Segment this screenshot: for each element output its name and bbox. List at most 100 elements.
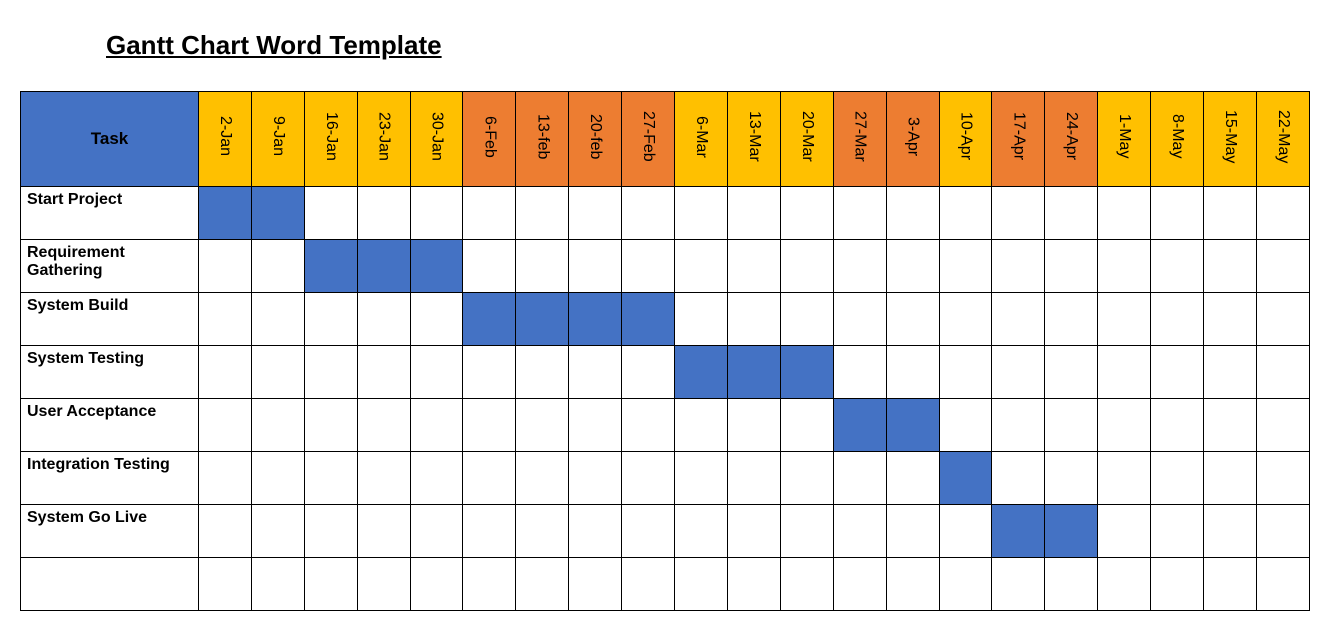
gantt-cell xyxy=(780,558,833,611)
gantt-cell xyxy=(357,293,410,346)
gantt-cell xyxy=(886,293,939,346)
date-label: 8-May xyxy=(1168,114,1186,158)
gantt-cell xyxy=(992,558,1045,611)
gantt-cell xyxy=(1098,187,1151,240)
date-header: 10-Apr xyxy=(939,92,992,187)
gantt-cell xyxy=(251,558,304,611)
gantt-cell xyxy=(886,346,939,399)
gantt-cell xyxy=(199,240,252,293)
gantt-cell xyxy=(939,558,992,611)
gantt-cell xyxy=(516,505,569,558)
gantt-cell xyxy=(1098,346,1151,399)
gantt-cell xyxy=(939,505,992,558)
gantt-cell xyxy=(304,346,357,399)
gantt-cell xyxy=(727,187,780,240)
date-header: 27-Mar xyxy=(833,92,886,187)
gantt-cell-filled xyxy=(569,293,622,346)
gantt-cell xyxy=(516,240,569,293)
gantt-cell xyxy=(675,505,728,558)
gantt-cell xyxy=(833,346,886,399)
gantt-cell-filled xyxy=(304,240,357,293)
gantt-cell xyxy=(569,505,622,558)
table-row: System Build xyxy=(21,293,1310,346)
gantt-cell xyxy=(251,452,304,505)
date-header: 8-May xyxy=(1151,92,1204,187)
gantt-cell xyxy=(939,293,992,346)
gantt-cell xyxy=(199,399,252,452)
gantt-cell xyxy=(622,240,675,293)
gantt-cell xyxy=(463,558,516,611)
task-name: Integration Testing xyxy=(21,452,199,505)
date-header: 13-Mar xyxy=(727,92,780,187)
page-title: Gantt Chart Word Template xyxy=(106,30,1308,61)
gantt-cell xyxy=(1098,399,1151,452)
gantt-cell xyxy=(780,240,833,293)
gantt-cell xyxy=(251,399,304,452)
gantt-cell xyxy=(886,452,939,505)
gantt-cell xyxy=(569,399,622,452)
gantt-cell xyxy=(727,293,780,346)
date-label: 27-Mar xyxy=(851,111,869,162)
date-label: 23-Jan xyxy=(375,112,393,161)
gantt-cell xyxy=(1256,187,1309,240)
gantt-cell xyxy=(992,346,1045,399)
gantt-cell xyxy=(304,399,357,452)
gantt-cell xyxy=(622,346,675,399)
gantt-cell-filled xyxy=(622,293,675,346)
gantt-cell xyxy=(1203,346,1256,399)
date-label: 20-feb xyxy=(586,114,604,159)
gantt-cell xyxy=(357,452,410,505)
gantt-cell xyxy=(727,240,780,293)
date-header: 16-Jan xyxy=(304,92,357,187)
gantt-cell xyxy=(1203,187,1256,240)
gantt-cell-filled xyxy=(1045,505,1098,558)
gantt-cell xyxy=(304,452,357,505)
gantt-cell xyxy=(727,399,780,452)
gantt-cell xyxy=(1256,346,1309,399)
gantt-cell xyxy=(304,505,357,558)
gantt-cell xyxy=(1151,293,1204,346)
table-row: User Acceptance xyxy=(21,399,1310,452)
gantt-cell-filled xyxy=(516,293,569,346)
gantt-cell xyxy=(463,240,516,293)
gantt-cell xyxy=(1045,346,1098,399)
date-label: 22-May xyxy=(1274,110,1292,163)
gantt-cell xyxy=(1203,558,1256,611)
task-name: Start Project xyxy=(21,187,199,240)
gantt-cell xyxy=(1151,452,1204,505)
date-header: 23-Jan xyxy=(357,92,410,187)
gantt-cell xyxy=(675,187,728,240)
gantt-cell xyxy=(410,452,463,505)
date-header: 22-May xyxy=(1256,92,1309,187)
gantt-cell xyxy=(886,187,939,240)
gantt-cell xyxy=(199,293,252,346)
gantt-cell xyxy=(357,346,410,399)
gantt-cell xyxy=(1151,187,1204,240)
gantt-cell xyxy=(1256,399,1309,452)
gantt-cell xyxy=(675,558,728,611)
gantt-body: Start ProjectRequirement GatheringSystem… xyxy=(21,187,1310,611)
gantt-cell xyxy=(199,452,252,505)
gantt-cell xyxy=(833,187,886,240)
date-header: 15-May xyxy=(1203,92,1256,187)
date-label: 24-Apr xyxy=(1062,112,1080,160)
table-row: Start Project xyxy=(21,187,1310,240)
gantt-cell xyxy=(516,558,569,611)
gantt-cell-filled xyxy=(833,399,886,452)
gantt-cell xyxy=(727,505,780,558)
gantt-cell xyxy=(727,558,780,611)
gantt-cell xyxy=(833,558,886,611)
gantt-cell-filled xyxy=(251,187,304,240)
date-header: 2-Jan xyxy=(199,92,252,187)
gantt-table: Task 2-Jan9-Jan16-Jan23-Jan30-Jan6-Feb13… xyxy=(20,91,1310,611)
date-label: 1-May xyxy=(1115,114,1133,158)
gantt-cell-filled xyxy=(727,346,780,399)
gantt-cell xyxy=(727,452,780,505)
gantt-cell xyxy=(780,399,833,452)
task-name: Requirement Gathering xyxy=(21,240,199,293)
gantt-cell xyxy=(675,293,728,346)
gantt-cell xyxy=(886,558,939,611)
gantt-cell xyxy=(410,293,463,346)
gantt-cell xyxy=(304,187,357,240)
gantt-cell xyxy=(780,505,833,558)
